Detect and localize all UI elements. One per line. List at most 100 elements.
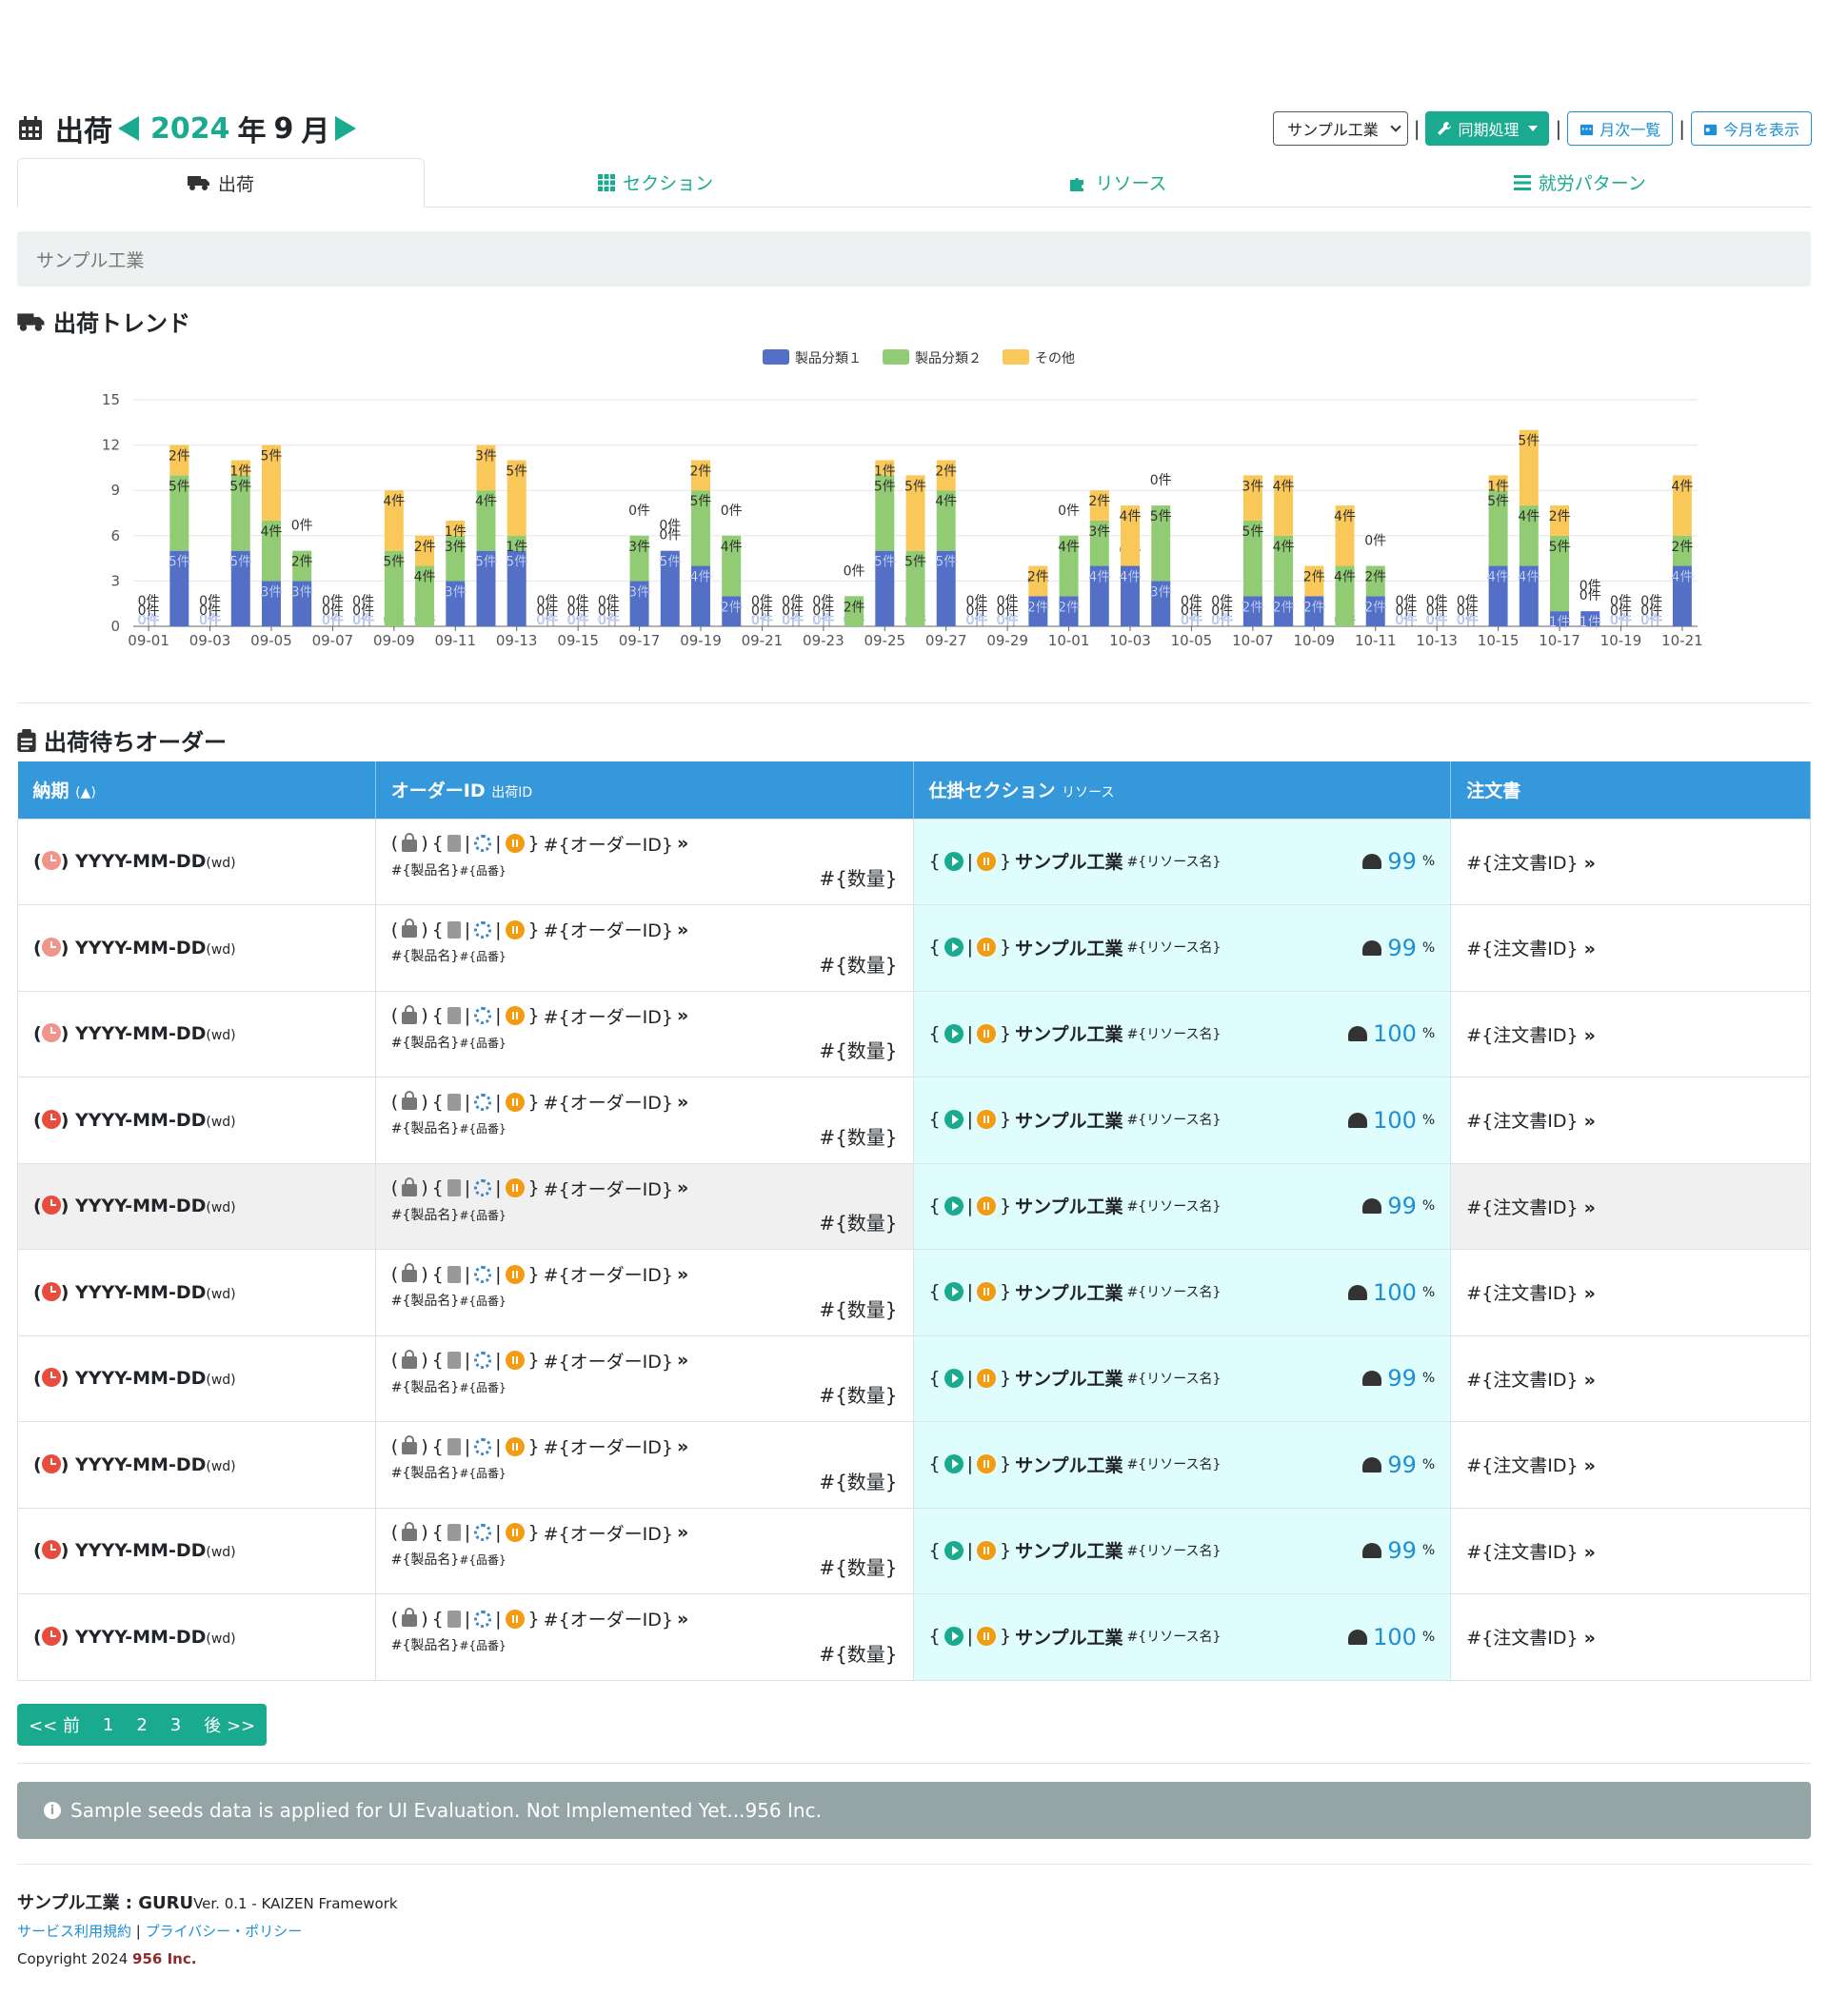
spinner-icon[interactable] bbox=[474, 1352, 492, 1369]
section-name[interactable]: サンプル工業 bbox=[1015, 1107, 1123, 1133]
double-chevron-right-icon[interactable]: » bbox=[1584, 939, 1596, 959]
clipboard-icon[interactable] bbox=[447, 1093, 461, 1111]
double-chevron-right-icon[interactable]: » bbox=[677, 1005, 688, 1026]
play-icon[interactable] bbox=[944, 1627, 964, 1647]
order-id[interactable]: #{オーダーID} bbox=[544, 1520, 673, 1546]
pause-icon[interactable] bbox=[505, 1436, 525, 1456]
lock-icon[interactable] bbox=[402, 1349, 418, 1369]
spinner-icon[interactable] bbox=[474, 1179, 492, 1196]
lock-icon[interactable] bbox=[402, 1435, 418, 1454]
tab-resource[interactable]: リソース bbox=[886, 158, 1348, 207]
spinner-icon[interactable] bbox=[474, 1265, 492, 1283]
play-icon[interactable] bbox=[944, 1368, 964, 1388]
pause-icon[interactable] bbox=[505, 1092, 525, 1112]
terms-link[interactable]: サービス利用規約 bbox=[17, 1923, 131, 1940]
pause-icon[interactable] bbox=[505, 1609, 525, 1629]
section-name[interactable]: サンプル工業 bbox=[1015, 1537, 1123, 1563]
clipboard-icon[interactable] bbox=[447, 835, 461, 852]
clipboard-icon[interactable] bbox=[447, 1265, 461, 1283]
order-id[interactable]: #{オーダーID} bbox=[544, 917, 673, 942]
pause-icon[interactable] bbox=[977, 1023, 997, 1043]
order-document-id[interactable]: #{注文書ID} bbox=[1466, 1370, 1578, 1391]
prev-month-icon[interactable] bbox=[118, 116, 139, 141]
pause-icon[interactable] bbox=[505, 1351, 525, 1370]
play-icon[interactable] bbox=[944, 1282, 964, 1302]
column-header-due[interactable]: 納期 (▲) bbox=[17, 761, 376, 819]
pause-icon[interactable] bbox=[977, 1196, 997, 1216]
pause-icon[interactable] bbox=[505, 1006, 525, 1025]
order-document-id[interactable]: #{注文書ID} bbox=[1466, 1542, 1578, 1563]
clipboard-icon[interactable] bbox=[447, 1007, 461, 1024]
show-this-month-button[interactable]: 今月を表示 bbox=[1690, 111, 1812, 146]
order-document-id[interactable]: #{注文書ID} bbox=[1466, 1025, 1578, 1046]
lock-icon[interactable] bbox=[402, 1176, 418, 1196]
pause-icon[interactable] bbox=[977, 938, 997, 958]
page-1-button[interactable]: 1 bbox=[91, 1715, 125, 1735]
prev-page-button[interactable]: << 前 bbox=[17, 1712, 91, 1737]
order-id[interactable]: #{オーダーID} bbox=[544, 1003, 673, 1029]
double-chevron-right-icon[interactable]: » bbox=[1584, 1283, 1596, 1304]
section-name[interactable]: サンプル工業 bbox=[1015, 1193, 1123, 1218]
play-icon[interactable] bbox=[944, 938, 964, 958]
play-icon[interactable] bbox=[944, 851, 964, 871]
pause-icon[interactable] bbox=[977, 1627, 997, 1647]
pause-icon[interactable] bbox=[505, 919, 525, 939]
section-name[interactable]: サンプル工業 bbox=[1015, 935, 1123, 960]
clipboard-icon[interactable] bbox=[447, 1179, 461, 1196]
pause-icon[interactable] bbox=[505, 1523, 525, 1542]
double-chevron-right-icon[interactable]: » bbox=[1584, 853, 1596, 874]
pause-icon[interactable] bbox=[977, 1454, 997, 1474]
double-chevron-right-icon[interactable]: » bbox=[677, 1264, 688, 1285]
lock-icon[interactable] bbox=[402, 1004, 418, 1024]
lock-icon[interactable] bbox=[402, 919, 418, 938]
section-name[interactable]: サンプル工業 bbox=[1015, 1279, 1123, 1305]
privacy-link[interactable]: プライバシー・ポリシー bbox=[146, 1923, 303, 1940]
clipboard-icon[interactable] bbox=[447, 1524, 461, 1541]
order-document-id[interactable]: #{注文書ID} bbox=[1466, 939, 1578, 959]
order-document-id[interactable]: #{注文書ID} bbox=[1466, 1455, 1578, 1476]
play-icon[interactable] bbox=[944, 1023, 964, 1043]
double-chevron-right-icon[interactable]: » bbox=[1584, 1025, 1596, 1046]
pause-icon[interactable] bbox=[977, 851, 997, 871]
double-chevron-right-icon[interactable]: » bbox=[677, 1350, 688, 1371]
monthly-list-button[interactable]: 月次一覧 bbox=[1567, 111, 1674, 146]
double-chevron-right-icon[interactable]: » bbox=[677, 1609, 688, 1630]
double-chevron-right-icon[interactable]: » bbox=[677, 1092, 688, 1113]
double-chevron-right-icon[interactable]: » bbox=[677, 1522, 688, 1543]
section-name[interactable]: サンプル工業 bbox=[1015, 1365, 1123, 1391]
order-document-id[interactable]: #{注文書ID} bbox=[1466, 853, 1578, 874]
double-chevron-right-icon[interactable]: » bbox=[1584, 1370, 1596, 1391]
sync-button[interactable]: 同期処理 bbox=[1425, 111, 1550, 146]
page-2-button[interactable]: 2 bbox=[125, 1715, 158, 1735]
pause-icon[interactable] bbox=[505, 1264, 525, 1284]
lock-icon[interactable] bbox=[402, 1521, 418, 1541]
order-id[interactable]: #{オーダーID} bbox=[544, 1089, 673, 1115]
section-name[interactable]: サンプル工業 bbox=[1015, 1020, 1123, 1046]
spinner-icon[interactable] bbox=[474, 1093, 492, 1111]
pause-icon[interactable] bbox=[977, 1282, 997, 1302]
clipboard-icon[interactable] bbox=[447, 1437, 461, 1455]
play-icon[interactable] bbox=[944, 1196, 964, 1216]
pause-icon[interactable] bbox=[505, 1178, 525, 1197]
factory-filter-bar[interactable]: サンプル工業 bbox=[17, 231, 1811, 287]
tab-work-pattern[interactable]: 就労パターン bbox=[1349, 158, 1811, 207]
factory-select[interactable]: サンプル工業 bbox=[1273, 111, 1408, 146]
lock-icon[interactable] bbox=[402, 1091, 418, 1110]
play-icon[interactable] bbox=[944, 1454, 964, 1474]
lock-icon[interactable] bbox=[402, 832, 418, 852]
pause-icon[interactable] bbox=[977, 1368, 997, 1388]
lock-icon[interactable] bbox=[402, 1263, 418, 1282]
double-chevron-right-icon[interactable]: » bbox=[677, 1177, 688, 1198]
clipboard-icon[interactable] bbox=[447, 920, 461, 939]
pause-icon[interactable] bbox=[977, 1540, 997, 1560]
spinner-icon[interactable] bbox=[474, 1437, 492, 1455]
pause-icon[interactable] bbox=[505, 834, 525, 853]
next-month-icon[interactable] bbox=[335, 116, 357, 141]
double-chevron-right-icon[interactable]: » bbox=[1584, 1197, 1596, 1218]
double-chevron-right-icon[interactable]: » bbox=[1584, 1111, 1596, 1132]
tab-section[interactable]: セクション bbox=[425, 158, 886, 207]
clipboard-icon[interactable] bbox=[447, 1352, 461, 1369]
clipboard-icon[interactable] bbox=[447, 1610, 461, 1628]
order-document-id[interactable]: #{注文書ID} bbox=[1466, 1197, 1578, 1218]
order-id[interactable]: #{オーダーID} bbox=[544, 1606, 673, 1631]
